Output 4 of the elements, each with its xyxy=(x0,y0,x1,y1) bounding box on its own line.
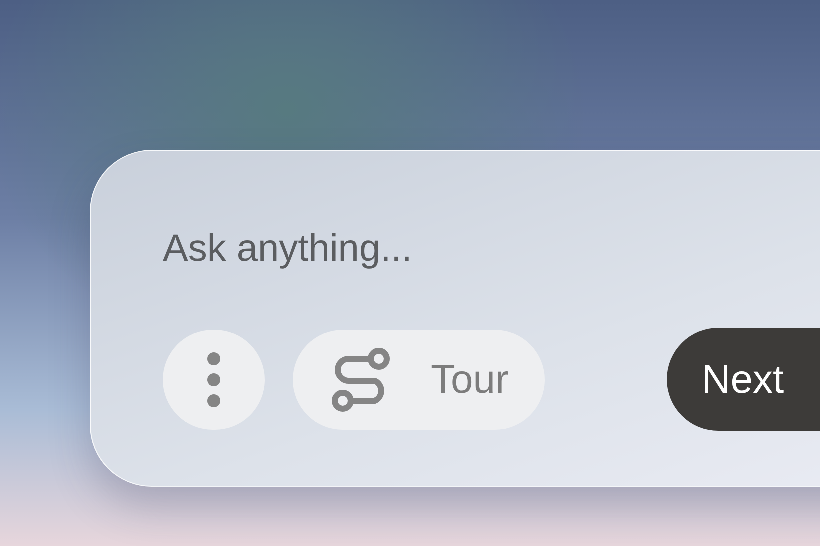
next-button[interactable]: Next xyxy=(666,328,820,431)
menu-icon xyxy=(207,352,221,408)
input-field[interactable]: Ask anything... xyxy=(163,221,803,278)
tour-button[interactable]: Tour xyxy=(293,330,545,430)
